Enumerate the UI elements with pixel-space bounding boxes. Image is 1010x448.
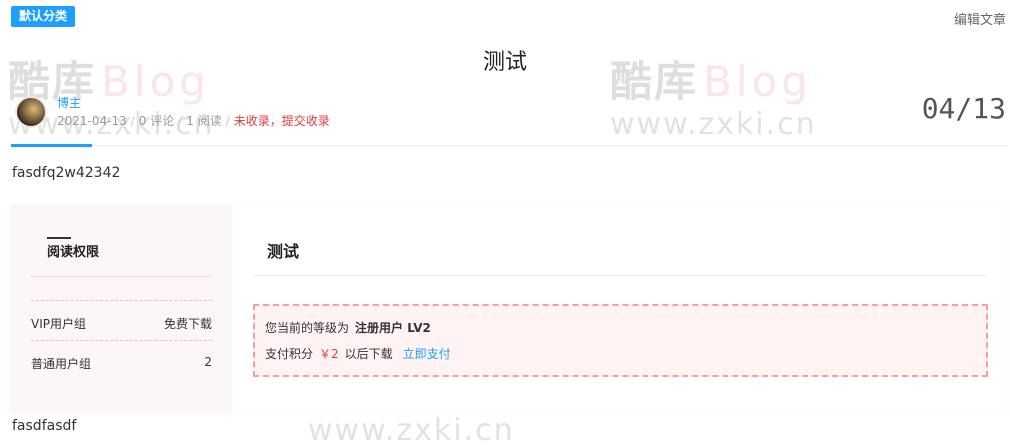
content-paragraph: fasdfasdf (12, 418, 77, 434)
pay-label: 支付积分 (265, 347, 314, 361)
permission-group-name: VIP用户组 (31, 317, 86, 331)
permission-group-value: 2 (204, 355, 212, 369)
payment-line: 支付积分 ￥2 以后下载 立即支付 (265, 345, 451, 362)
comment-count[interactable]: 0 评论 (139, 114, 174, 128)
post-meta: 2021-04-13/0 评论/1 阅读 / 未收录，提交收录 (57, 114, 330, 128)
purchase-notice: 您当前的等级为 注册用户 LV2 支付积分 ￥2 以后下载 立即支付 (253, 304, 988, 377)
permission-panel: 阅读权限 VIP用户组 免费下载 普通用户组 2 (11, 205, 232, 413)
watermark-url: www.zxki.cn (610, 107, 817, 142)
divider (11, 145, 1008, 146)
pay-now-link[interactable]: 立即支付 (403, 347, 451, 361)
date-display: 04/13 (921, 92, 1006, 125)
download-panel: 阅读权限 VIP用户组 免费下载 普通用户组 2 测试 您当前的等级为 注册用户 … (11, 205, 1007, 413)
level-value: 注册用户 LV2 (355, 321, 431, 335)
user-level-line: 您当前的等级为 注册用户 LV2 (265, 319, 431, 336)
permission-row: VIP用户组 免费下载 (31, 300, 212, 331)
permission-row: 普通用户组 2 (31, 340, 212, 371)
permission-group-name: 普通用户组 (31, 357, 92, 371)
post-title: 测试 (482, 50, 527, 75)
index-status-link[interactable]: 未收录，提交收录 (234, 114, 330, 128)
divider (252, 275, 987, 276)
post-date: 2021-04-13 (57, 114, 127, 128)
author-link[interactable]: 博主 (57, 94, 81, 111)
price-value: ￥2 (319, 347, 339, 361)
divider (31, 276, 212, 277)
edit-article-link[interactable]: 编辑文章 (954, 9, 1006, 28)
category-badge[interactable]: 默认分类 (11, 6, 76, 27)
watermark-url: www.zxki.cn (308, 413, 515, 448)
after-label: 以后下载 (344, 347, 393, 361)
level-label: 您当前的等级为 (265, 321, 350, 335)
read-count: 1 阅读 (186, 114, 222, 128)
avatar[interactable] (15, 96, 47, 128)
permission-title: 阅读权限 (47, 237, 99, 260)
permission-group-value: 免费下载 (163, 317, 212, 331)
resource-title: 测试 (267, 242, 300, 261)
divider-accent (11, 144, 92, 147)
content-paragraph: fasdfq2w42342 (12, 165, 121, 181)
